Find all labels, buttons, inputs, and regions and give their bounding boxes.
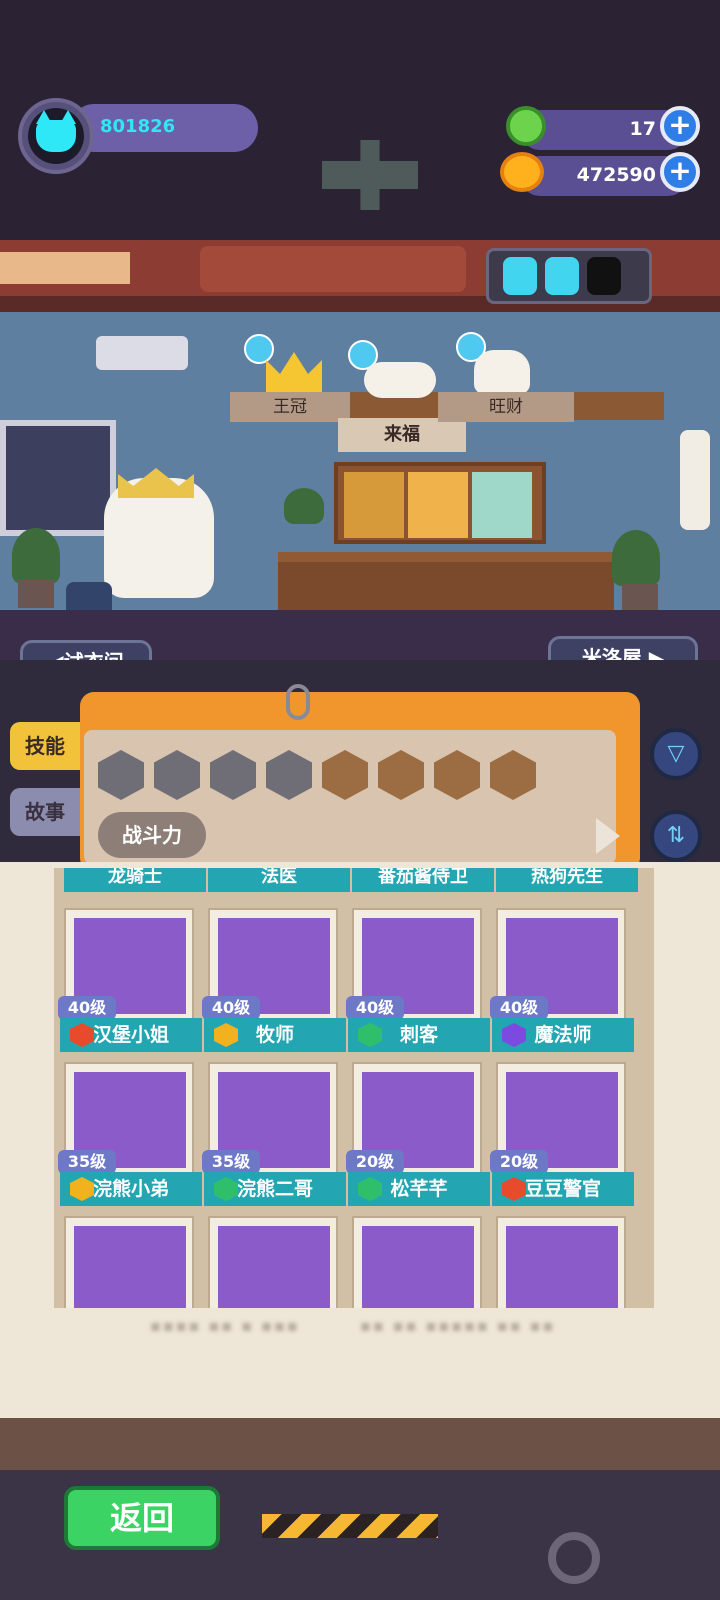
character-level: 35级 [202,1150,260,1174]
character-level: 20级 [490,1150,548,1174]
top-row-name: 番茄酱侍卫 [352,868,494,892]
tab-skill[interactable]: 技能 [10,722,80,770]
character-card[interactable]: 20级 松芊芊 [346,1062,490,1206]
plant-icon [612,530,660,586]
coin-icon [500,152,544,192]
book-footnote: ▪▪▪▪ ▪▪ ▪ ▪▪▪ [150,1316,300,1335]
book-footnote: ▪▪ ▪▪ ▪▪▪▪▪ ▪▪ ▪▪ [360,1316,556,1335]
tab-story[interactable]: 故事 [10,788,80,836]
energy-cell-icon [545,257,579,295]
back-button[interactable]: 返回 [64,1486,220,1550]
portrait-white-queen [472,472,532,538]
top-row-name: 热狗先生 [496,868,638,892]
character-level: 35级 [58,1150,116,1174]
vent-panel [0,252,130,284]
dog-wangcai-icon [474,350,530,394]
top-row-name: 龙骑士 [64,868,206,892]
character-card[interactable]: 40级 刺客 [346,908,490,1052]
character-card[interactable] [496,1216,626,1308]
energy-battery [486,248,652,304]
gem-icon [506,106,546,146]
energy-cell-icon [503,257,537,295]
player-id: 801826 [100,116,176,137]
portrait-queen [408,472,468,538]
shelf-tab-laifu[interactable]: 来福 [338,418,466,452]
coin-count: 472590 [576,164,656,186]
character-card[interactable]: 35级 浣熊二哥 [202,1062,346,1206]
character-card[interactable] [208,1216,338,1308]
character-level: 40级 [346,996,404,1020]
sort-by-power[interactable]: 战斗力 [98,812,206,858]
sort-arrow-icon[interactable] [596,818,620,854]
character-portrait [362,1226,474,1308]
character-card[interactable] [352,1216,482,1308]
energy-cell-empty-icon [587,257,621,295]
shelf-tab-wangcai[interactable]: 旺财 [438,392,574,422]
pot-icon [622,584,658,612]
character-card[interactable]: 20级 豆豆警官 [490,1062,634,1206]
character-level: 20级 [346,1150,404,1174]
cat-face-icon [28,108,84,164]
gem-count: 17 [629,118,656,140]
filter-funnel-icon[interactable]: ▽ [650,728,702,780]
paperclip-icon [286,684,310,720]
machine-panel [200,246,466,292]
character-card[interactable]: 40级 汉堡小姐 [58,908,202,1052]
top-row-name: 法医 [208,868,350,892]
shelf-tab-crown[interactable]: 王冠 [230,392,350,422]
character-grid: 龙骑士 法医 番茄酱侍卫 热狗先生 40级 汉堡小姐 40级 牧师 40级 刺客 40级 魔法… [54,868,654,1308]
plant-icon [12,528,60,584]
character-card[interactable]: 40级 魔法师 [490,908,634,1052]
gear-icon [548,1532,600,1584]
character-card[interactable]: 35级 浣熊小弟 [58,1062,202,1206]
character-level: 40级 [202,996,260,1020]
pot-icon [18,580,54,608]
character-portrait [218,1226,330,1308]
character-portrait [506,1226,618,1308]
character-level: 40级 [58,996,116,1020]
info-pin-icon[interactable] [244,334,274,364]
character-card[interactable] [64,1216,194,1308]
plant-icon [284,488,324,524]
projector-icon [96,336,188,370]
character-portrait [74,1226,186,1308]
add-gems-button[interactable]: + [660,106,700,146]
sort-order-icon[interactable]: ⇅ [650,810,702,862]
portrait-dark-king [344,472,404,538]
character-level: 40级 [490,996,548,1020]
portrait-frame[interactable] [334,462,546,544]
add-coins-button[interactable]: + [660,152,700,192]
character-card[interactable]: 40级 牧师 [202,908,346,1052]
dog-laifu-icon [364,362,436,398]
hazard-stripe [262,1514,438,1538]
book-base [0,1418,720,1478]
window [0,420,116,536]
coat-icon [680,430,710,530]
